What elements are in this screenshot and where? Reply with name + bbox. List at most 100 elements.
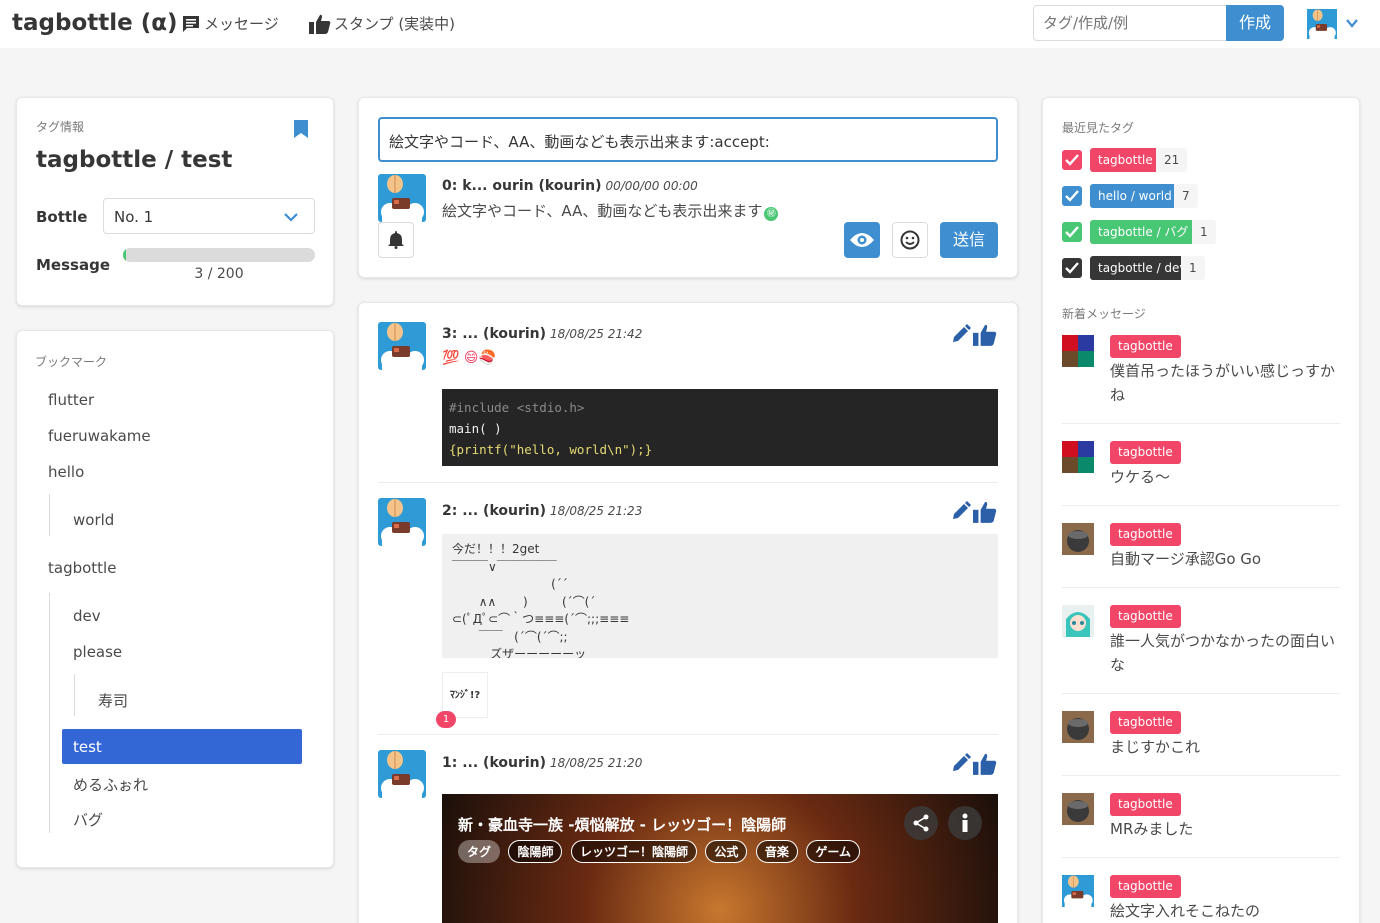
message-text: 僕首吊ったほうがいい感じっすかね bbox=[1110, 362, 1336, 404]
bookmark-tagbottle[interactable]: tagbottle bbox=[48, 559, 116, 577]
bookmark-sushi[interactable]: 寿司 bbox=[98, 690, 128, 711]
create-button[interactable]: 作成 bbox=[1226, 5, 1284, 41]
nav-messages-label: メッセージ bbox=[204, 15, 279, 33]
bookmark-world[interactable]: world bbox=[73, 511, 114, 529]
message-tag[interactable]: tagbottle bbox=[1110, 711, 1181, 734]
recent-tag[interactable]: tagbottle / dev bbox=[1090, 256, 1195, 280]
user-avatar[interactable] bbox=[1307, 9, 1337, 39]
post-title: 2: ... (kourin) 18/08/25 21:23 bbox=[442, 503, 642, 519]
new-message-item[interactable]: tagbottle 絵文字入れそこねたの bbox=[1062, 875, 1340, 923]
video-tag[interactable]: 音楽 bbox=[755, 840, 798, 863]
recent-tag-checkbox[interactable] bbox=[1062, 222, 1082, 242]
new-message-item[interactable]: tagbottle 僕首吊ったほうがいい感じっすかね bbox=[1062, 335, 1340, 407]
info-icon bbox=[962, 813, 968, 832]
message-tag[interactable]: tagbottle bbox=[1110, 875, 1181, 898]
preview-avatar bbox=[378, 174, 426, 222]
message-tag[interactable]: tagbottle bbox=[1110, 793, 1181, 816]
video-title[interactable]: 新・豪血寺一族 -煩悩解放 - レッツゴー！陰陽師 bbox=[458, 814, 786, 835]
bookmark-dev[interactable]: dev bbox=[73, 607, 101, 625]
post-divider bbox=[378, 734, 998, 735]
recent-tag-checkbox[interactable] bbox=[1062, 258, 1082, 278]
bottle-select[interactable]: No. 1 bbox=[103, 198, 315, 234]
recent-tag[interactable]: tagbottle bbox=[1090, 148, 1161, 172]
message-icon bbox=[183, 15, 199, 32]
chevron-down-icon bbox=[284, 213, 298, 222]
message-text: 絵文字入れそこねたの bbox=[1110, 902, 1261, 920]
post-divider bbox=[378, 482, 998, 483]
bookmark-meruforest[interactable]: めるふぉれ bbox=[73, 774, 148, 795]
smiley-icon bbox=[900, 230, 920, 250]
chevron-down-icon[interactable] bbox=[1345, 16, 1359, 30]
like-icon[interactable] bbox=[973, 324, 997, 346]
post-timestamp: 18/08/25 21:42 bbox=[550, 327, 643, 341]
message-tag[interactable]: tagbottle bbox=[1110, 441, 1181, 464]
message-tag[interactable]: tagbottle bbox=[1110, 523, 1181, 546]
edit-icon[interactable] bbox=[951, 501, 971, 521]
new-message-item[interactable]: tagbottle まじすかこれ bbox=[1062, 711, 1340, 759]
edit-icon[interactable] bbox=[951, 753, 971, 773]
nav-messages[interactable]: メッセージ bbox=[181, 13, 279, 34]
post-title-text: 3: ... (kourin) bbox=[442, 326, 547, 342]
recent-tags-label: 最近見たタグ bbox=[1062, 121, 1135, 135]
bookmark-label: ブックマーク bbox=[35, 355, 108, 369]
bookmark-icon[interactable] bbox=[294, 120, 308, 138]
info-button[interactable] bbox=[948, 806, 982, 840]
message-thumbnail bbox=[1062, 875, 1094, 907]
stamp-count-badge[interactable]: 1 bbox=[436, 711, 456, 728]
video-tag[interactable]: 陰陽師 bbox=[508, 840, 563, 863]
like-icon[interactable] bbox=[973, 501, 997, 523]
message-divider bbox=[1062, 505, 1340, 506]
share-icon bbox=[913, 814, 929, 832]
new-message-item[interactable]: tagbottle MRみました bbox=[1062, 793, 1340, 841]
message-divider bbox=[1062, 423, 1340, 424]
preview-timestamp: 00/00/00 00:00 bbox=[605, 179, 698, 193]
like-icon[interactable] bbox=[973, 753, 997, 775]
video-tag[interactable]: ゲーム bbox=[806, 840, 860, 863]
message-tag[interactable]: tagbottle bbox=[1110, 605, 1181, 628]
send-button[interactable]: 送信 bbox=[940, 222, 998, 258]
video-tag[interactable]: レッツゴー！陰陽師 bbox=[570, 840, 697, 863]
emoji-button[interactable] bbox=[892, 222, 928, 258]
video-tag[interactable]: 公式 bbox=[705, 840, 748, 863]
edit-icon[interactable] bbox=[951, 324, 971, 344]
video-tag[interactable]: タグ bbox=[458, 840, 501, 863]
new-message-item[interactable]: tagbottle 誰一人気がつかなかったの面白いな bbox=[1062, 605, 1340, 677]
new-message-item[interactable]: tagbottle 自動マージ承認Go Go bbox=[1062, 523, 1340, 571]
notify-button[interactable] bbox=[378, 222, 414, 258]
preview-toggle-button[interactable] bbox=[844, 222, 880, 258]
message-thumbnail bbox=[1062, 335, 1094, 367]
preview-title: 0: k... ourin (kourin) 00/00/00 00:00 bbox=[442, 178, 698, 194]
message-tag[interactable]: tagbottle bbox=[1110, 335, 1181, 358]
new-message-item[interactable]: tagbottle ウケる〜 bbox=[1062, 441, 1340, 489]
brand-logo[interactable]: tagbottle (α) bbox=[12, 10, 178, 36]
bookmark-test-active[interactable]: test bbox=[62, 729, 302, 764]
bottle-label: Bottle bbox=[36, 208, 88, 226]
post-timestamp: 18/08/25 21:20 bbox=[550, 756, 643, 770]
bookmark-please[interactable]: please bbox=[73, 643, 122, 661]
post-avatar[interactable] bbox=[378, 750, 426, 798]
bookmark-bug[interactable]: バグ bbox=[73, 809, 103, 830]
message-divider bbox=[1062, 693, 1340, 694]
bookmark-flutter[interactable]: flutter bbox=[48, 391, 94, 409]
recent-tag[interactable]: hello / world bbox=[1090, 184, 1180, 208]
recent-tag-checkbox[interactable] bbox=[1062, 186, 1082, 206]
bookmark-hello[interactable]: hello bbox=[48, 463, 84, 481]
recent-tag[interactable]: tagbottle / バグ bbox=[1090, 220, 1197, 244]
recent-tag-count: 7 bbox=[1174, 184, 1198, 208]
tag-search-input[interactable] bbox=[1033, 5, 1227, 41]
check-icon bbox=[1065, 226, 1079, 238]
message-text: まじすかこれ bbox=[1110, 738, 1201, 756]
nav-stamps[interactable]: スタンプ (実装中) bbox=[309, 13, 455, 34]
bottle-select-value: No. 1 bbox=[114, 208, 154, 226]
post-avatar[interactable] bbox=[378, 322, 426, 370]
post-avatar[interactable] bbox=[378, 498, 426, 546]
tag-info-panel: タグ情報 tagbottle / test Bottle No. 1 Messa… bbox=[16, 97, 334, 306]
post-title: 3: ... (kourin) 18/08/25 21:42 bbox=[442, 326, 642, 342]
code-line: {printf("hello, world\n");} bbox=[449, 442, 653, 457]
bookmark-fueruwakame[interactable]: fueruwakame bbox=[48, 427, 151, 445]
recent-tag-checkbox[interactable] bbox=[1062, 150, 1082, 170]
message-text: 誰一人気がつかなかったの面白いな bbox=[1110, 632, 1336, 674]
share-button[interactable] bbox=[904, 806, 938, 840]
video-embed[interactable]: 新・豪血寺一族 -煩悩解放 - レッツゴー！陰陽師 タグ 陰陽師 レッツゴー！陰… bbox=[442, 794, 998, 923]
message-input[interactable]: 絵文字やコード、AA、動画なども表示出来ます:accept: bbox=[378, 117, 998, 162]
